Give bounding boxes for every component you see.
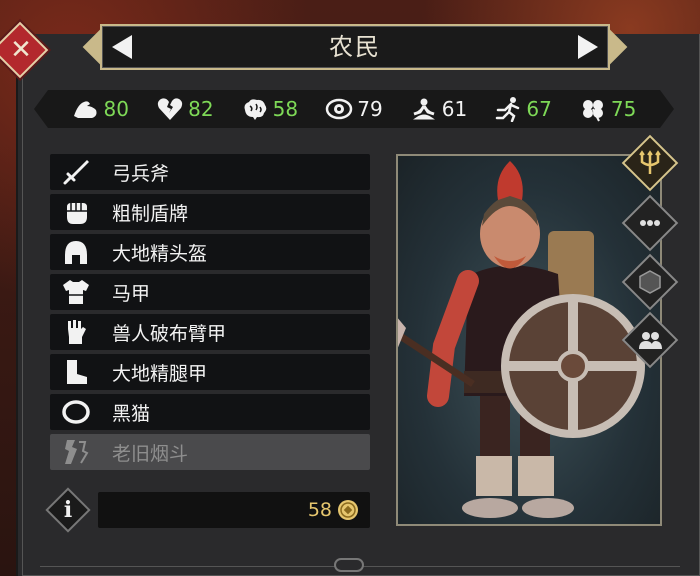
broken-heart-icon xyxy=(157,98,183,120)
previous-arrow-icon[interactable] xyxy=(112,35,132,59)
equipment-slot-ring[interactable]: 黑猫 xyxy=(50,394,370,430)
trinket-icon xyxy=(65,440,89,464)
stat-health: 82 xyxy=(156,96,214,122)
ring-icon xyxy=(62,400,90,424)
helmet-icon xyxy=(65,241,87,264)
info-icon[interactable]: i xyxy=(52,494,84,526)
equipment-slot-weapon[interactable]: 弓兵斧 xyxy=(50,154,370,190)
more-dots-icon xyxy=(640,220,660,226)
stat-intellect: 58 xyxy=(241,96,298,122)
sword-icon xyxy=(63,160,89,185)
gauntlet-icon xyxy=(68,320,86,344)
clover-icon xyxy=(582,100,603,122)
bottom-ornament xyxy=(334,558,364,572)
stat-perception: 79 xyxy=(325,96,383,122)
stat-willpower: 61 xyxy=(410,96,467,122)
equipment-slot-hands[interactable]: 兽人破布臂甲 xyxy=(50,314,370,350)
stat-luck: 75 xyxy=(579,96,636,122)
coin-icon xyxy=(338,500,358,520)
chest-armor-icon xyxy=(63,280,89,304)
hexagon-icon xyxy=(639,270,661,294)
stats-bar: 80 82 58 79 61 67 75 xyxy=(34,90,674,128)
stat-agility: 67 xyxy=(494,96,552,122)
equipment-slot-trinket[interactable]: 老旧烟斗 xyxy=(50,434,370,470)
gold-amount: 58 xyxy=(307,499,332,521)
boot-icon xyxy=(67,360,87,384)
eye-icon xyxy=(325,98,353,120)
meditation-icon xyxy=(412,98,435,120)
running-figure-icon xyxy=(496,97,520,122)
equipment-slot-head[interactable]: 大地精头盔 xyxy=(50,234,370,270)
equipment-slot-legs[interactable]: 大地精腿甲 xyxy=(50,354,370,390)
equipment-slot-chest[interactable]: 马甲 xyxy=(50,274,370,310)
fist-icon xyxy=(67,203,87,224)
title-bar: 农民 xyxy=(100,24,610,70)
trident-icon xyxy=(639,150,661,174)
equipment-slot-offhand[interactable]: 粗制盾牌 xyxy=(50,194,370,230)
equipment-list: 弓兵斧 粗制盾牌 大地精头盔 马甲 兽人破布臂甲 大地精腿甲 黑猫 老旧烟斗 xyxy=(50,154,370,474)
strength-arm-icon xyxy=(73,101,97,118)
character-name: 农民 xyxy=(329,33,381,61)
brain-icon xyxy=(244,99,266,120)
next-arrow-icon[interactable] xyxy=(578,35,598,59)
close-icon[interactable]: ✕ xyxy=(8,30,34,70)
stat-strength: 80 xyxy=(72,96,129,122)
group-icon xyxy=(639,332,662,349)
gold-display: 58 xyxy=(98,492,370,528)
